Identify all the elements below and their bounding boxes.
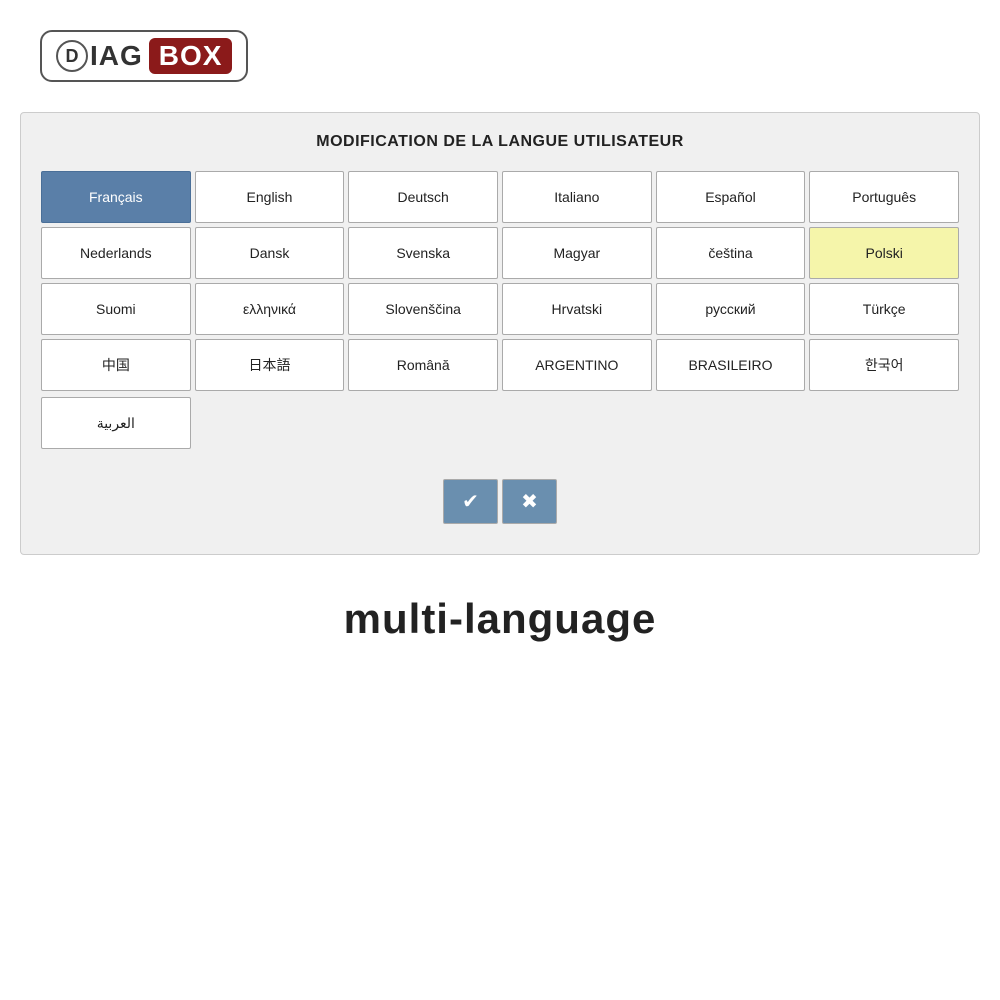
logo-d-icon: D [56,40,88,72]
dialog-title: MODIFICATION DE LA LANGUE UTILISATEUR [41,133,959,151]
confirm-button[interactable]: ✔ [443,479,498,524]
lang-btn-hu[interactable]: Magyar [502,227,652,279]
lang-btn-cs[interactable]: čeština [656,227,806,279]
lang-btn-ko[interactable]: 한국어 [809,339,959,391]
cancel-button[interactable]: ✖ [502,479,557,524]
action-buttons: ✔ ✖ [41,479,959,524]
page-container: D IAG BOX MODIFICATION DE LA LANGUE UTIL… [0,0,1000,1000]
lang-btn-nl[interactable]: Nederlands [41,227,191,279]
lang-btn-fr[interactable]: Français [41,171,191,223]
footer-text: multi-language [344,595,657,643]
logo-box-text: BOX [149,38,233,74]
diagbox-logo: D IAG BOX [40,30,248,82]
lang-btn-zh[interactable]: 中国 [41,339,191,391]
language-grid: Français English Deutsch Italiano Españo… [41,171,959,391]
lang-btn-ja[interactable]: 日本語 [195,339,345,391]
lang-btn-hr[interactable]: Hrvatski [502,283,652,335]
lang-btn-ro[interactable]: Română [348,339,498,391]
lang-btn-el[interactable]: ελληνικά [195,283,345,335]
lang-btn-pt[interactable]: Português [809,171,959,223]
lang-btn-en[interactable]: English [195,171,345,223]
lang-btn-pt-br[interactable]: BRASILEIRO [656,339,806,391]
lang-btn-tr[interactable]: Türkçe [809,283,959,335]
lang-btn-es[interactable]: Español [656,171,806,223]
lang-btn-sv[interactable]: Svenska [348,227,498,279]
logo-iag-text: IAG [90,40,143,72]
lang-btn-sl[interactable]: Slovenščina [348,283,498,335]
logo-area: D IAG BOX [0,0,1000,102]
lang-btn-ar[interactable]: العربية [41,397,191,449]
lang-btn-de[interactable]: Deutsch [348,171,498,223]
lang-btn-pl[interactable]: Polski [809,227,959,279]
lang-btn-fi[interactable]: Suomi [41,283,191,335]
lang-btn-ru[interactable]: русский [656,283,806,335]
language-dialog: MODIFICATION DE LA LANGUE UTILISATEUR Fr… [20,112,980,555]
last-row: العربية [41,397,959,449]
lang-btn-it[interactable]: Italiano [502,171,652,223]
lang-btn-da[interactable]: Dansk [195,227,345,279]
lang-btn-ar-arg[interactable]: ARGENTINO [502,339,652,391]
